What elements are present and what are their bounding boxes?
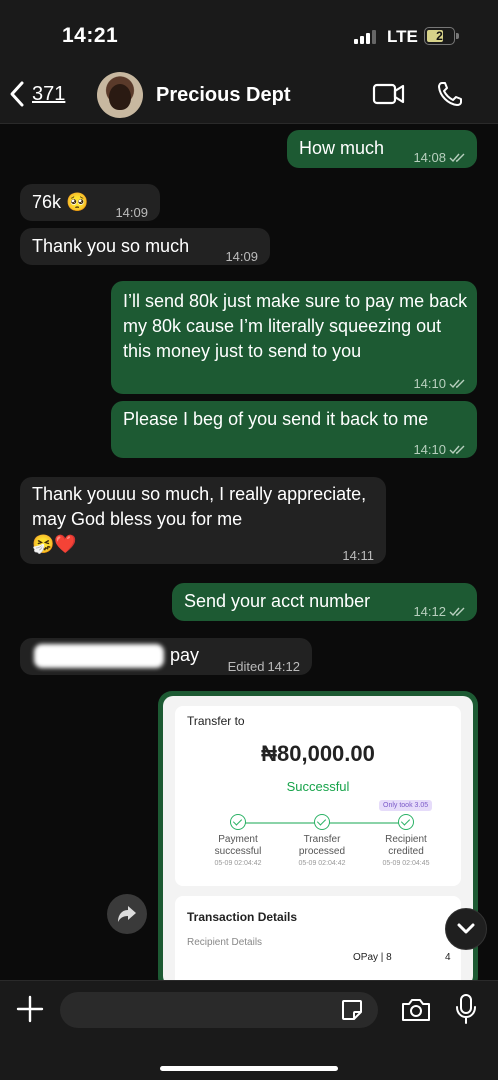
message-outgoing[interactable]: How much 14:08 [287, 130, 477, 168]
double-check-icon [449, 153, 465, 162]
message-time: 14:10 [413, 376, 446, 391]
unread-count: 371 [32, 82, 66, 105]
recipient-value: OPay | 8 [353, 952, 392, 963]
step-payment: Payment successful 05-09 02:04:42 [203, 814, 273, 867]
phone-icon [438, 82, 462, 106]
receipt-amount: ₦80,000.00 [261, 741, 375, 766]
message-meta: 14:10 [413, 371, 467, 396]
message-meta: 14:08 [413, 145, 467, 170]
step-transfer: Transfer processed 05-09 02:04:42 [287, 814, 357, 867]
voice-note-button[interactable] [455, 993, 477, 1030]
message-time: 14:10 [413, 442, 446, 457]
check-circle-icon [230, 814, 246, 830]
back-button[interactable]: 371 [8, 80, 65, 108]
message-incoming[interactable]: Thank you so much 14:09 [20, 228, 270, 265]
receipt-status: Successful [286, 779, 350, 794]
message-meta: 14:09 [225, 244, 258, 269]
message-meta: 14:10 [413, 437, 467, 462]
receipt-image: Transfer to ₦80,000.00 Successful Only t… [163, 696, 473, 980]
check-circle-icon [314, 814, 330, 830]
message-input[interactable] [60, 992, 378, 1028]
sticker-icon [342, 1000, 362, 1020]
step-recipient: Recipient credited 05-09 02:04:45 [371, 814, 441, 867]
forward-arrow-icon [118, 906, 136, 922]
message-meta: 14:09 [115, 200, 148, 225]
camera-icon [402, 999, 430, 1021]
signal-icon [354, 30, 376, 44]
home-indicator [160, 1066, 338, 1071]
message-time: 14:09 [225, 249, 258, 264]
recipient-tail: 4 [445, 952, 451, 963]
message-text: Thank youuu so much, I really appreciate… [32, 484, 367, 529]
contact-name[interactable]: Precious Dept [156, 84, 290, 107]
message-meta: 14:12 [413, 599, 467, 624]
forward-button[interactable] [107, 894, 147, 934]
message-text: I’ll send 80k just make sure to pay me b… [123, 291, 468, 361]
message-outgoing[interactable]: I’ll send 80k just make sure to pay me b… [111, 281, 477, 394]
double-check-icon [449, 607, 465, 616]
sticker-button[interactable] [340, 998, 364, 1027]
receipt-image-message[interactable]: Transfer to ₦80,000.00 Successful Only t… [158, 691, 478, 980]
microphone-icon [456, 994, 476, 1024]
attach-button[interactable] [16, 995, 44, 1028]
message-text: Please I beg of you send it back to me [123, 409, 429, 429]
message-time: 14:12 [267, 659, 300, 674]
chevron-left-icon [10, 81, 24, 107]
check-circle-icon [398, 814, 414, 830]
message-text: pay [170, 645, 200, 665]
message-meta: 14:11 [342, 543, 374, 568]
receipt-title: Transfer to [187, 714, 245, 728]
message-time: 14:08 [413, 150, 446, 165]
message-incoming[interactable]: pay Edited 14:12 [20, 638, 312, 675]
message-text: How much [299, 138, 385, 158]
chat-area[interactable]: How much 14:08 76k 🥺 14:09 Thank you so … [0, 124, 498, 980]
message-emoji: 🤧❤️ [32, 534, 77, 554]
double-check-icon [449, 379, 465, 388]
video-call-button[interactable] [372, 82, 406, 111]
message-outgoing[interactable]: Please I beg of you send it back to me 1… [111, 401, 477, 458]
receipt-badge: Only took 3.05 [379, 800, 433, 811]
step-label: Transfer processed [298, 834, 346, 857]
message-time: 14:09 [115, 205, 148, 220]
message-meta: Edited 14:12 [228, 654, 300, 679]
chevron-down-icon [457, 923, 475, 934]
edited-label: Edited [227, 659, 265, 674]
redacted-text [34, 644, 164, 668]
step-time: 05-09 02:04:45 [382, 860, 430, 867]
message-time: 14:11 [342, 548, 374, 563]
camera-button[interactable] [400, 997, 432, 1028]
message-incoming[interactable]: 76k 🥺 14:09 [20, 184, 160, 221]
recipient-label: Recipient Details [187, 937, 263, 948]
status-bar: 14:21 LTE 2 [0, 0, 498, 66]
battery-level: 2 [436, 29, 443, 43]
message-time: 14:12 [413, 604, 446, 619]
network-label: LTE [387, 27, 418, 46]
message-outgoing[interactable]: Send your acct number 14:12 [172, 583, 477, 621]
section-title: Transaction Details [187, 910, 298, 924]
plus-icon [16, 995, 44, 1023]
composer-bar [0, 980, 498, 1080]
step-label: Recipient credited [385, 834, 427, 857]
scroll-to-bottom-button[interactable] [445, 908, 487, 950]
step-time: 05-09 02:04:42 [298, 860, 346, 867]
battery-icon: 2 [424, 27, 459, 45]
clock: 14:21 [62, 24, 119, 47]
chat-header: 371 Precious Dept [0, 66, 498, 124]
message-text: 76k 🥺 [32, 192, 89, 212]
message-incoming[interactable]: Thank youuu so much, I really appreciate… [20, 477, 386, 564]
step-label: Payment successful [214, 834, 262, 857]
double-check-icon [449, 445, 465, 454]
video-camera-icon [372, 83, 405, 105]
voice-call-button[interactable] [436, 80, 464, 113]
message-text: Thank you so much [32, 236, 190, 256]
avatar[interactable] [97, 72, 143, 118]
step-time: 05-09 02:04:42 [214, 860, 262, 867]
message-text: Send your acct number [184, 591, 371, 611]
